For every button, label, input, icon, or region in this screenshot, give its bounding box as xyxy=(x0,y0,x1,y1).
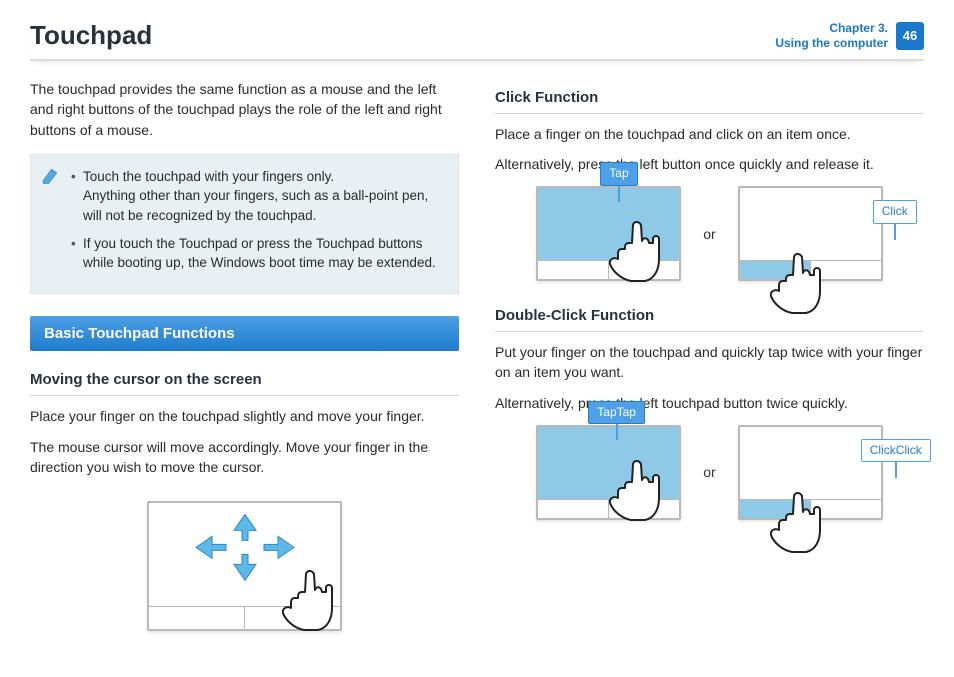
touchpad-moving-illustration xyxy=(147,501,342,631)
note-item-2: If you touch the Touchpad or press the T… xyxy=(71,234,444,273)
touchpad-buttons xyxy=(538,261,679,279)
touchpad-surface-highlighted: TapTap xyxy=(538,427,679,500)
note-icon xyxy=(41,167,59,192)
dblclick-heading: Double-Click Function xyxy=(495,305,924,332)
touchpad-left-button xyxy=(149,607,245,629)
touchpad-left-button-highlighted xyxy=(740,261,811,279)
tap-label: Tap xyxy=(600,162,637,185)
or-text: or xyxy=(703,224,715,244)
touchpad-buttons xyxy=(538,500,679,518)
page-header: Touchpad Chapter 3. Using the computer 4… xyxy=(30,20,924,61)
dblclick-p1: Put your finger on the touchpad and quic… xyxy=(495,342,924,383)
touchpad-buttons xyxy=(149,607,340,629)
touchpad-taptap-illustration: TapTap xyxy=(536,425,681,520)
header-right: Chapter 3. Using the computer 46 xyxy=(775,21,924,50)
section-heading-bar: Basic Touchpad Functions xyxy=(30,316,459,352)
moving-p2: The mouse cursor will move accordingly. … xyxy=(30,437,459,478)
click-p1: Place a finger on the touchpad and click… xyxy=(495,124,924,144)
dblclick-p2: Alternatively, press the left touchpad b… xyxy=(495,393,924,413)
note-item-1b: Anything other than your fingers, such a… xyxy=(83,188,428,223)
touchpad-right-button xyxy=(811,500,881,518)
taptap-label: TapTap xyxy=(588,401,645,424)
touchpad-surface xyxy=(149,503,340,607)
touchpad-left-button xyxy=(538,500,609,518)
content-columns: The touchpad provides the same function … xyxy=(30,79,924,655)
note-box: Touch the touchpad with your fingers onl… xyxy=(30,154,459,294)
touchpad-left-button xyxy=(538,261,609,279)
moving-p1: Place your finger on the touchpad slight… xyxy=(30,406,459,426)
touchpad-click-illustration: Click xyxy=(738,186,883,281)
moving-diagram xyxy=(30,489,459,631)
chapter-line-2: Using the computer xyxy=(775,36,888,50)
or-text-2: or xyxy=(703,462,715,482)
touchpad-buttons xyxy=(740,261,881,279)
touchpad-right-button xyxy=(245,607,340,629)
direction-arrows-icon xyxy=(190,513,300,588)
note-item-1: Touch the touchpad with your fingers onl… xyxy=(71,167,444,226)
click-diagram: Tap or Click xyxy=(495,186,924,281)
touchpad-clickclick-illustration: ClickClick xyxy=(738,425,883,520)
page-number-badge: 46 xyxy=(896,22,924,50)
chapter-info: Chapter 3. Using the computer xyxy=(775,21,888,50)
page-title: Touchpad xyxy=(30,20,152,51)
touchpad-surface-highlighted: Tap xyxy=(538,188,679,261)
click-heading: Click Function xyxy=(495,87,924,114)
touchpad-right-button xyxy=(811,261,881,279)
intro-paragraph: The touchpad provides the same function … xyxy=(30,79,459,140)
dblclick-diagram: TapTap or ClickClick xyxy=(495,425,924,520)
touchpad-right-button xyxy=(609,261,679,279)
left-column: The touchpad provides the same function … xyxy=(30,79,459,655)
right-column: Click Function Place a finger on the tou… xyxy=(495,79,924,655)
moving-heading: Moving the cursor on the screen xyxy=(30,369,459,396)
touchpad-right-button xyxy=(609,500,679,518)
touchpad-surface: ClickClick xyxy=(740,427,881,500)
clickclick-label: ClickClick xyxy=(861,439,931,462)
click-label: Click xyxy=(873,200,917,223)
touchpad-surface: Click xyxy=(740,188,881,261)
touchpad-tap-illustration: Tap xyxy=(536,186,681,281)
touchpad-buttons xyxy=(740,500,881,518)
touchpad-left-button-highlighted xyxy=(740,500,811,518)
note-item-1a: Touch the touchpad with your fingers onl… xyxy=(83,169,334,184)
click-p2: Alternatively, press the left button onc… xyxy=(495,154,924,174)
chapter-line-1: Chapter 3. xyxy=(775,21,888,35)
